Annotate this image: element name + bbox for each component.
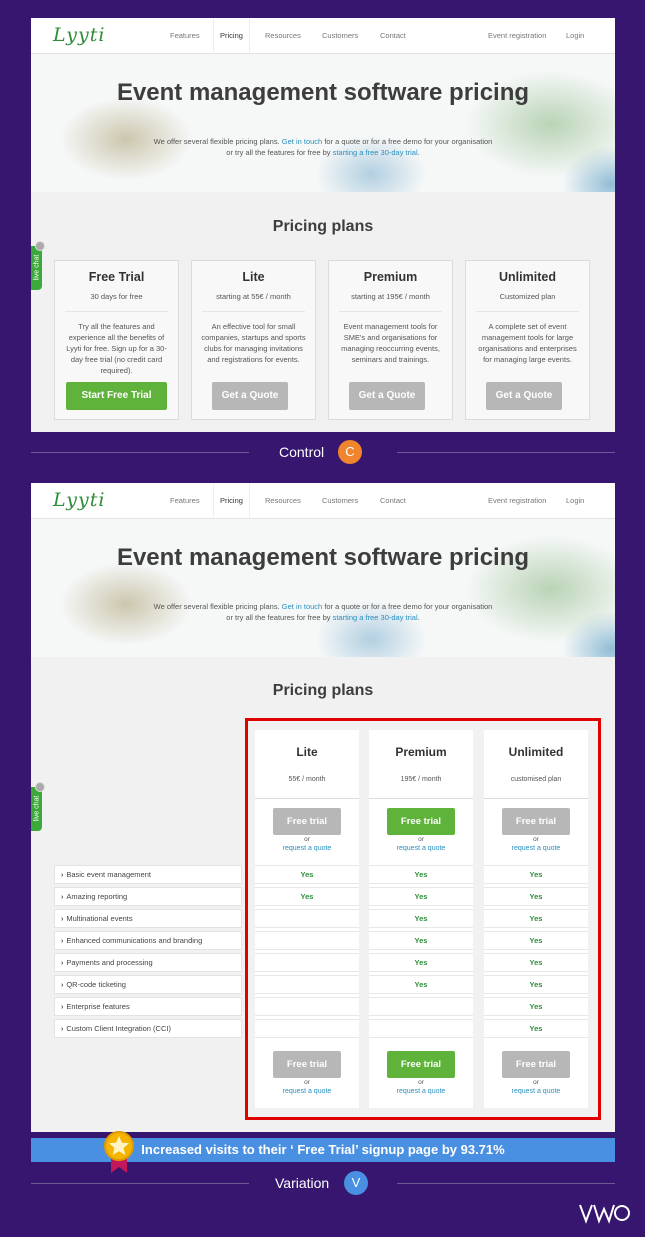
page-title: Event management software pricing xyxy=(116,79,530,106)
get-in-touch-link[interactable]: Get in touch xyxy=(282,602,322,611)
caption-label: Variation xyxy=(275,1175,330,1191)
chevron-right-icon: › xyxy=(61,1004,64,1011)
nav-pricing[interactable]: Pricing xyxy=(213,483,250,519)
plan-description: Event management tools for SME's and org… xyxy=(341,322,440,364)
nav-contact[interactable]: Contact xyxy=(374,18,412,54)
nav-contact[interactable]: Contact xyxy=(374,483,412,519)
nav-customers[interactable]: Customers xyxy=(316,483,364,519)
plan-card-lite: Lite starting at 55€ / month An effectiv… xyxy=(191,260,316,420)
hero: Event management software pricing We off… xyxy=(31,54,615,192)
chevron-right-icon: › xyxy=(61,916,64,923)
free-trial-link[interactable]: starting a free 30-day trial xyxy=(333,148,418,157)
get-in-touch-link[interactable]: Get in touch xyxy=(282,137,322,146)
get-quote-button[interactable]: Get a Quote xyxy=(212,382,288,410)
divider xyxy=(202,311,305,312)
control-screenshot: Lyyti Features Pricing Resources Custome… xyxy=(31,18,615,432)
plan-card-free-trial: Free Trial 30 days for free Try all the … xyxy=(54,260,179,420)
plan-price: 30 days for free xyxy=(90,292,143,301)
feature-row[interactable]: › Basic event management xyxy=(54,865,242,884)
divider xyxy=(31,1183,249,1184)
plan-description: An effective tool for small companies, s… xyxy=(201,322,306,364)
get-quote-button[interactable]: Get a Quote xyxy=(486,382,562,410)
plan-price: starting at 55€ / month xyxy=(216,292,291,301)
divider xyxy=(339,311,442,312)
plan-card-premium: Premium starting at 195€ / month Event m… xyxy=(328,260,453,420)
divider xyxy=(397,452,615,453)
nav-resources[interactable]: Resources xyxy=(259,18,307,54)
hero: Event management software pricing We off… xyxy=(31,519,615,657)
vwo-logo xyxy=(579,1204,630,1224)
chevron-right-icon: › xyxy=(61,938,64,945)
feature-row[interactable]: › Payments and processing xyxy=(54,953,242,972)
hero-subtitle: We offer several flexible pricing plans.… xyxy=(153,137,493,157)
nav-pricing[interactable]: Pricing xyxy=(213,18,250,54)
feature-row[interactable]: › Enterprise features xyxy=(54,997,242,1016)
nav-login[interactable]: Login xyxy=(560,483,590,519)
divider xyxy=(476,311,579,312)
nav-event-registration[interactable]: Event registration xyxy=(482,18,552,54)
live-chat-tab[interactable]: live chat xyxy=(31,782,45,831)
chevron-right-icon: › xyxy=(61,894,64,901)
divider xyxy=(31,452,249,453)
chevron-right-icon: › xyxy=(61,1026,64,1033)
plan-description: Try all the features and experience all … xyxy=(66,322,167,375)
chevron-right-icon: › xyxy=(61,872,64,879)
plan-name: Premium xyxy=(363,270,418,284)
page-title: Event management software pricing xyxy=(116,544,530,571)
control-badge: C xyxy=(338,440,362,464)
nav-resources[interactable]: Resources xyxy=(259,483,307,519)
plan-name: Free Trial xyxy=(88,270,145,284)
divider xyxy=(397,1183,615,1184)
divider xyxy=(65,311,168,312)
control-caption: Control C xyxy=(31,440,615,464)
nav-features[interactable]: Features xyxy=(164,483,206,519)
plan-name: Lite xyxy=(242,270,265,284)
variation-badge: V xyxy=(344,1171,368,1195)
nav-bar: Lyyti Features Pricing Resources Custome… xyxy=(31,483,615,519)
get-quote-button[interactable]: Get a Quote xyxy=(349,382,425,410)
logo[interactable]: Lyyti xyxy=(53,489,105,511)
medal-icon xyxy=(104,1131,134,1173)
logo[interactable]: Lyyti xyxy=(53,24,105,46)
live-chat-tab[interactable]: live chat xyxy=(31,241,45,290)
plan-card-unlimited: Unlimited Customized plan A complete set… xyxy=(465,260,590,420)
plan-price: starting at 195€ / month xyxy=(351,292,430,301)
feature-row[interactable]: › Amazing reporting xyxy=(54,887,242,906)
hero-subtitle: We offer several flexible pricing plans.… xyxy=(153,602,493,622)
feature-row[interactable]: › Multinational events xyxy=(54,909,242,928)
highlight-box xyxy=(245,718,601,1120)
free-trial-link[interactable]: starting a free 30-day trial xyxy=(333,613,418,622)
section-title: Pricing plans xyxy=(272,218,374,235)
feature-row[interactable]: › Custom Client Integration (CCI) xyxy=(54,1019,242,1038)
nav-customers[interactable]: Customers xyxy=(316,18,364,54)
variation-caption: Variation V xyxy=(31,1171,615,1195)
nav-login[interactable]: Login xyxy=(560,18,590,54)
feature-row[interactable]: › Enhanced communications and branding xyxy=(54,931,242,950)
chevron-right-icon: › xyxy=(61,960,64,967)
caption-label: Control xyxy=(279,444,325,460)
variation-screenshot: Lyyti Features Pricing Resources Custome… xyxy=(31,483,615,1132)
plan-description: A complete set of event management tools… xyxy=(478,322,577,364)
nav-event-registration[interactable]: Event registration xyxy=(482,483,552,519)
feature-row[interactable]: › QR-code ticketing xyxy=(54,975,242,994)
chevron-right-icon: › xyxy=(61,982,64,989)
start-free-trial-button[interactable]: Start Free Trial xyxy=(66,382,167,410)
plan-price: Customized plan xyxy=(499,292,556,301)
nav-features[interactable]: Features xyxy=(164,18,206,54)
plan-name: Unlimited xyxy=(499,270,556,284)
nav-bar: Lyyti Features Pricing Resources Custome… xyxy=(31,18,615,54)
section-title: Pricing plans xyxy=(272,682,374,699)
